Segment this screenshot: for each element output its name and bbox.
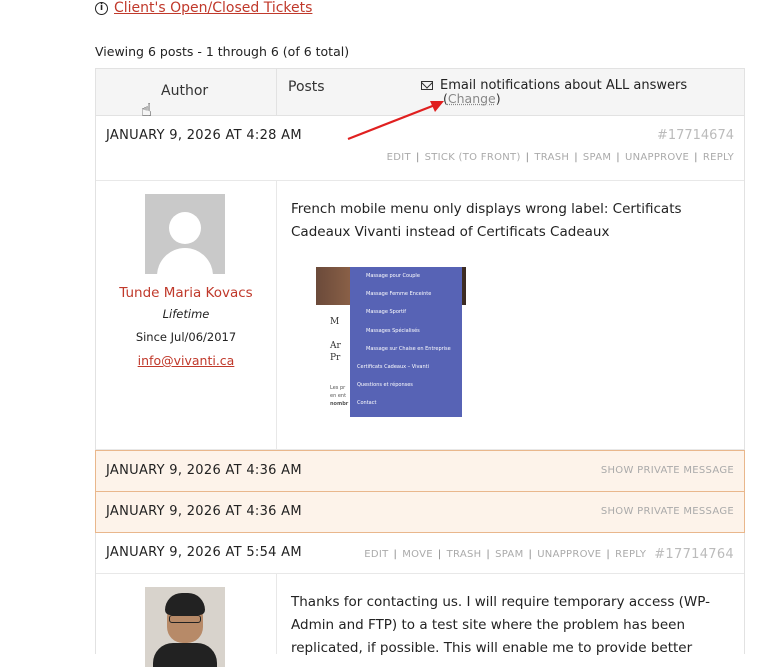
author-column-header: Author: [96, 69, 277, 115]
reply-body-row: Thanks for contacting us. I will require…: [96, 574, 744, 667]
avatar[interactable]: [145, 194, 225, 274]
author-email-link[interactable]: info@vivanti.ca: [96, 353, 276, 368]
screenshot-page-glyph: Pr: [330, 353, 341, 363]
unapprove-action[interactable]: UNAPPROVE: [625, 152, 689, 163]
post-content: French mobile menu only displays wrong l…: [291, 201, 682, 240]
reply-id-link[interactable]: #17714764: [654, 547, 734, 562]
action-separator: |: [694, 152, 698, 163]
reply-date: JANUARY 9, 2026 AT 5:54 AM: [106, 545, 302, 560]
private-reply-date: JANUARY 9, 2026 AT 4:36 AM: [106, 504, 302, 519]
screenshot-mobile-menu: Massage pour Couple Massage Femme Encein…: [350, 267, 462, 417]
client-tickets-link[interactable]: i Client's Open/Closed Tickets: [95, 0, 312, 16]
move-action[interactable]: MOVE: [402, 549, 433, 560]
action-separator: |: [606, 549, 611, 560]
reply-meta-row: JANUARY 9, 2026 AT 5:54 AM EDIT | MOVE | T…: [96, 533, 744, 574]
screenshot-page-glyph: Ar: [330, 341, 341, 351]
reply-author-details: [96, 574, 277, 667]
avatar[interactable]: [145, 587, 225, 667]
screenshot-page-glyph: Les pr: [330, 385, 346, 391]
action-separator: |: [574, 152, 578, 163]
screenshot-menu-item: Massage sur Chaise en Entreprise: [366, 345, 451, 352]
action-separator: |: [528, 549, 533, 560]
trash-action[interactable]: TRASH: [447, 549, 482, 560]
author-since: Since Jul/06/2017: [135, 330, 237, 344]
private-reply-row: JANUARY 9, 2026 AT 4:36 AM SHOW PRIVATE …: [95, 492, 745, 533]
private-reply-row: JANUARY 9, 2026 AT 4:36 AM SHOW PRIVATE …: [95, 450, 745, 492]
post-id-link[interactable]: #17714674: [657, 128, 734, 143]
reply-content: Thanks for contacting us. I will require…: [291, 594, 710, 656]
avatar-shirt-shape: [153, 643, 217, 667]
screenshot-page-glyph: nombr: [330, 401, 349, 407]
edit-action[interactable]: EDIT: [387, 152, 411, 163]
change-close-paren: ): [495, 91, 501, 106]
attached-screenshot[interactable]: M Ar Pr Les pr en ent nombr Massage pour…: [316, 267, 466, 417]
spam-action[interactable]: SPAM: [495, 549, 523, 560]
screenshot-menu-item: Contact: [357, 400, 377, 407]
action-separator: |: [415, 152, 420, 163]
reply-actions: EDIT | MOVE | TRASH | SPAM | UNAPPROVE | REPL…: [364, 547, 734, 562]
post-date: JANUARY 9, 2026 AT 4:28 AM: [106, 128, 302, 143]
screenshot-menu-item: Massage Femme Enceinte: [366, 291, 432, 298]
hand-cursor-icon: ☝: [141, 100, 152, 121]
client-tickets-label[interactable]: Client's Open/Closed Tickets: [114, 0, 312, 16]
screenshot-page-glyph: en ent: [330, 393, 347, 399]
info-icon: i: [95, 1, 108, 15]
screenshot-menu-item: Questions et réponses: [357, 382, 413, 389]
subscription-notice: Email notifications about ALL answers (C…: [421, 78, 687, 106]
screenshot-menu-item: Certificats Cadeaux – Vivanti: [357, 363, 430, 370]
action-separator: |: [616, 152, 620, 163]
author-details: Tunde Maria Kovacs Lifetime Since Jul/06…: [96, 181, 277, 449]
posts-column-header: Posts: [288, 79, 325, 95]
screenshot-menu-item: Massage Sportif: [366, 309, 407, 316]
private-reply-date: JANUARY 9, 2026 AT 4:36 AM: [106, 463, 302, 478]
reply-action[interactable]: REPLY: [703, 152, 734, 163]
avatar-head-shape: [169, 212, 201, 244]
stick-action[interactable]: STICK (TO FRONT): [425, 152, 521, 163]
spam-action[interactable]: SPAM: [583, 152, 611, 163]
screenshot-menu-item: Massage pour Couple: [366, 273, 420, 279]
edit-action[interactable]: EDIT: [364, 549, 388, 560]
author-name-link[interactable]: Tunde Maria Kovacs: [96, 285, 276, 301]
author-role: Lifetime: [162, 307, 210, 321]
avatar-hair-shape: [165, 593, 205, 615]
reply-action[interactable]: REPLY: [615, 549, 646, 560]
trash-action[interactable]: TRASH: [534, 152, 569, 163]
arrow-shaft: [347, 103, 436, 141]
action-separator: |: [525, 152, 530, 163]
screenshot-page-glyph: M: [330, 317, 340, 327]
unapprove-action[interactable]: UNAPPROVE: [537, 549, 601, 560]
avatar-glasses-shape: [169, 615, 201, 623]
screenshot-menu-item: Massages Spécialisés: [366, 327, 420, 334]
pagination-summary: Viewing 6 posts - 1 through 6 (of 6 tota…: [95, 44, 350, 59]
envelope-icon: [421, 81, 433, 90]
post-actions: EDIT | STICK (TO FRONT) | TRASH | SPAM | UNA…: [387, 152, 734, 163]
show-private-message-link[interactable]: SHOW PRIVATE MESSAGE: [601, 506, 734, 517]
action-separator: |: [393, 549, 398, 560]
topic-table: Author Posts Email notifications about A…: [95, 68, 745, 667]
action-separator: |: [437, 549, 442, 560]
post-body-row: Tunde Maria Kovacs Lifetime Since Jul/06…: [96, 181, 744, 450]
avatar-shoulders-shape: [157, 248, 213, 274]
annotation-arrow-icon: [347, 101, 444, 141]
show-private-message-link[interactable]: SHOW PRIVATE MESSAGE: [601, 465, 734, 476]
author-header-label: Author: [161, 83, 209, 99]
action-separator: |: [486, 549, 491, 560]
